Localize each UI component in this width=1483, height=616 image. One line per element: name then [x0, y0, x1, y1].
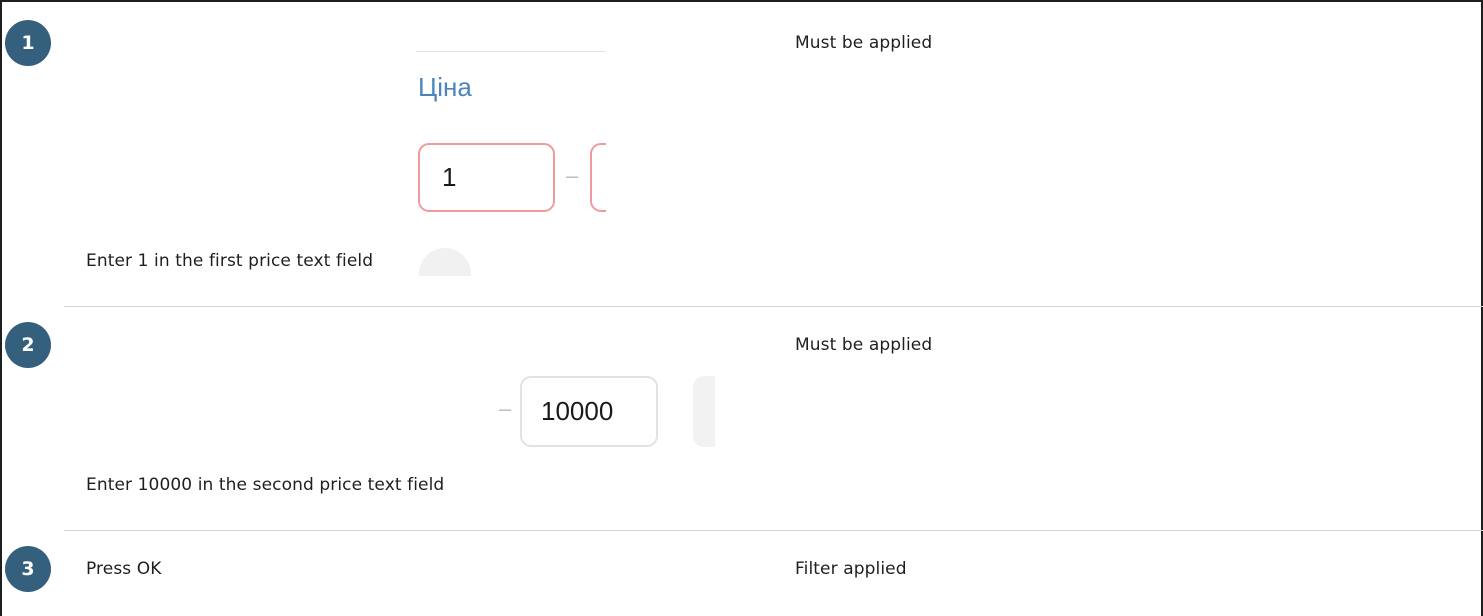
step-row-2: 2 Must be applied Enter 10000 in the sec…: [0, 307, 1483, 531]
range-separator: –: [499, 396, 512, 421]
step-expected-result: Filter applied: [795, 559, 907, 579]
step-row-1: 1 Ціна 1 – Enter 1 in the first price te…: [0, 0, 1483, 307]
price-filter-label: Ціна: [418, 72, 472, 102]
price-filter-screenshot: Ціна 1 –: [416, 50, 606, 220]
step-action-text: Enter 10000 in the second price text fie…: [86, 475, 445, 495]
range-separator: –: [566, 163, 579, 188]
avatar-shape: [419, 248, 471, 276]
step-number-badge: 1: [5, 20, 51, 66]
step-row-3: 3 Press OK Filter applied: [0, 531, 1483, 616]
step-action-text: Press OK: [86, 559, 162, 579]
step-expected-result: Must be applied: [795, 33, 933, 53]
step-number-badge: 2: [5, 322, 51, 368]
price-max-input[interactable]: 10000: [520, 376, 658, 447]
ok-button[interactable]: [693, 376, 715, 447]
screenshot-divider: [416, 51, 606, 52]
step-expected-result: Must be applied: [795, 335, 933, 355]
price-max-input[interactable]: [590, 143, 606, 212]
step-action-text: Enter 1 in the first price text field: [86, 251, 374, 271]
price-max-screenshot: – 10000: [495, 372, 715, 452]
price-min-input[interactable]: 1: [418, 143, 555, 212]
step-number-badge: 3: [5, 546, 51, 592]
